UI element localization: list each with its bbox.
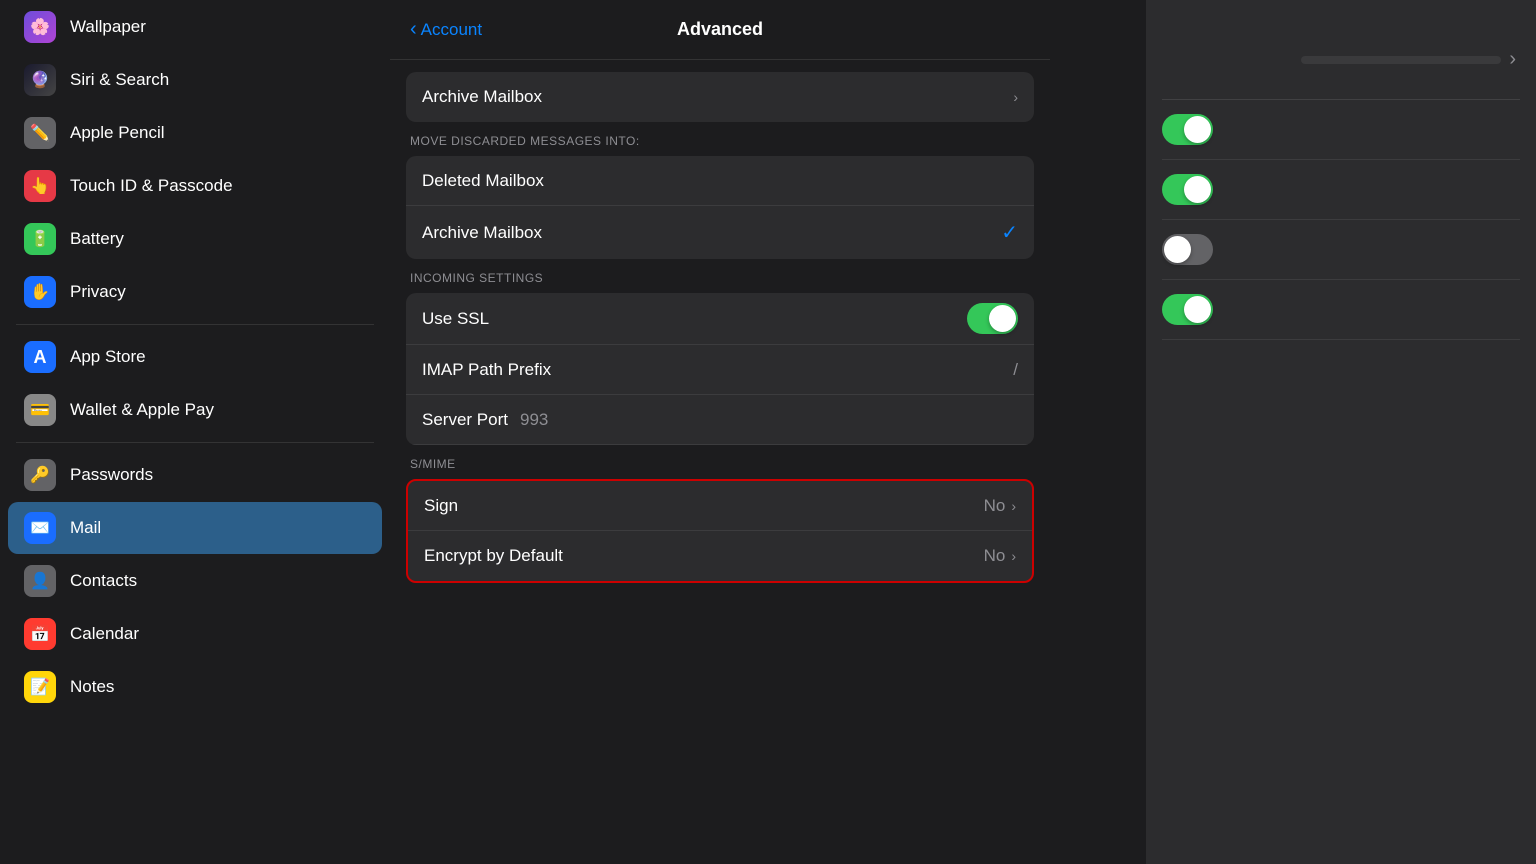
toggle-1[interactable] [1162,114,1213,145]
sign-chevron: › [1011,498,1016,514]
sidebar-label-notes: Notes [70,677,114,697]
right-panel: › [1146,0,1536,864]
encrypt-value: No › [984,546,1016,566]
sign-value: No › [984,496,1016,516]
battery-icon: 🔋 [24,223,56,255]
encrypt-row[interactable]: Encrypt by Default No › [408,531,1032,581]
calendar-icon: 📅 [24,618,56,650]
sidebar-item-wallpaper[interactable]: 🌸 Wallpaper [8,1,382,53]
modal-scroll[interactable]: Archive Mailbox › MOVE DISCARDED MESSAGE… [390,60,1050,864]
move-discarded-group: Deleted Mailbox Archive Mailbox ✓ [406,156,1034,259]
sidebar-divider-1 [16,324,374,325]
sidebar-item-touchid[interactable]: 👆 Touch ID & Passcode [8,160,382,212]
right-toggle-row-3 [1162,220,1520,280]
sidebar-item-contacts[interactable]: 👤 Contacts [8,555,382,607]
sidebar-item-battery[interactable]: 🔋 Battery [8,213,382,265]
sidebar-label-wallpaper: Wallpaper [70,17,146,37]
server-port-row[interactable]: Server Port 993 [406,395,1034,445]
archive-mailbox-chevron: › [1013,89,1018,105]
sidebar-label-touchid: Touch ID & Passcode [70,176,233,196]
sidebar-item-pencil[interactable]: ✏️ Apple Pencil [8,107,382,159]
checkmark-icon: ✓ [1001,220,1018,245]
right-toggle-row-4 [1162,280,1520,340]
wallpaper-icon: 🌸 [24,11,56,43]
back-chevron-icon: ‹ [410,18,417,41]
sidebar-item-mail[interactable]: ✉️ Mail [8,502,382,554]
archive-mailbox-row[interactable]: Archive Mailbox › [406,72,1034,122]
sidebar-label-privacy: Privacy [70,282,126,302]
toggle-3[interactable] [1162,234,1213,265]
incoming-settings-header: INCOMING SETTINGS [390,271,1050,293]
move-discarded-header: MOVE DISCARDED MESSAGES INTO: [390,134,1050,156]
sign-value-text: No [984,496,1006,516]
imap-prefix-label: IMAP Path Prefix [422,360,551,380]
sidebar-item-wallet[interactable]: 💳 Wallet & Apple Pay [8,384,382,436]
appstore-icon: A [24,341,56,373]
imap-prefix-row[interactable]: IMAP Path Prefix / [406,345,1034,395]
sidebar-item-privacy[interactable]: ✋ Privacy [8,266,382,318]
privacy-icon: ✋ [24,276,56,308]
sidebar-label-siri: Siri & Search [70,70,169,90]
server-port-value: 993 [520,410,548,430]
sidebar-label-wallet: Wallet & Apple Pay [70,400,214,420]
toggle-4[interactable] [1162,294,1213,325]
use-ssl-row: Use SSL [406,293,1034,345]
sidebar-label-contacts: Contacts [70,571,137,591]
right-toggle-row-2 [1162,160,1520,220]
imap-prefix-value: / [1013,360,1018,380]
sidebar-label-appstore: App Store [70,347,146,367]
notes-icon: 📝 [24,671,56,703]
wallet-icon: 💳 [24,394,56,426]
deleted-mailbox-row[interactable]: Deleted Mailbox [406,156,1034,206]
use-ssl-toggle[interactable] [967,303,1018,334]
back-button[interactable]: ‹ Account [410,18,482,41]
server-port-label: Server Port [422,410,508,430]
archive-mailbox-group: Archive Mailbox › [406,72,1034,122]
toggle-2[interactable] [1162,174,1213,205]
incoming-settings-group: Use SSL IMAP Path Prefix / Server Port 9… [406,293,1034,445]
back-label: Account [421,20,482,40]
pencil-icon: ✏️ [24,117,56,149]
touchid-icon: 👆 [24,170,56,202]
encrypt-value-text: No [984,546,1006,566]
contacts-icon: 👤 [24,565,56,597]
archive-mailbox-label: Archive Mailbox [422,87,542,107]
sidebar-label-mail: Mail [70,518,101,538]
archive-mailbox-row2[interactable]: Archive Mailbox ✓ [406,206,1034,259]
smime-group: Sign No › Encrypt by Default No › [406,479,1034,583]
deleted-mailbox-label: Deleted Mailbox [422,171,544,191]
siri-icon: 🔮 [24,64,56,96]
sidebar-item-appstore[interactable]: A App Store [8,331,382,383]
archive-mailbox-checkmark: ✓ [1001,220,1018,245]
main-content: ‹ Account Advanced Archive Mailbox › MOV… [390,0,1536,864]
use-ssl-label: Use SSL [422,309,489,329]
archive-mailbox-label2: Archive Mailbox [422,223,542,243]
sign-row[interactable]: Sign No › [408,481,1032,531]
sidebar-divider-2 [16,442,374,443]
sidebar-label-passwords: Passwords [70,465,153,485]
modal-title: Advanced [677,19,763,40]
encrypt-label: Encrypt by Default [424,546,563,566]
sidebar-label-battery: Battery [70,229,124,249]
encrypt-chevron: › [1011,548,1016,564]
right-toggle-row-1 [1162,100,1520,160]
sidebar-item-calendar[interactable]: 📅 Calendar [8,608,382,660]
sidebar-label-calendar: Calendar [70,624,139,644]
smime-header: S/MIME [390,457,1050,479]
advanced-modal: ‹ Account Advanced Archive Mailbox › MOV… [390,0,1050,864]
passwords-icon: 🔑 [24,459,56,491]
mail-icon: ✉️ [24,512,56,544]
sidebar-item-passwords[interactable]: 🔑 Passwords [8,449,382,501]
sidebar: 🌸 Wallpaper 🔮 Siri & Search ✏️ Apple Pen… [0,0,390,864]
sign-label: Sign [424,496,458,516]
sidebar-item-siri[interactable]: 🔮 Siri & Search [8,54,382,106]
sidebar-item-notes[interactable]: 📝 Notes [8,661,382,713]
modal-header: ‹ Account Advanced [390,0,1050,60]
sidebar-label-pencil: Apple Pencil [70,123,165,143]
archive-mailbox-value: › [1013,89,1018,105]
